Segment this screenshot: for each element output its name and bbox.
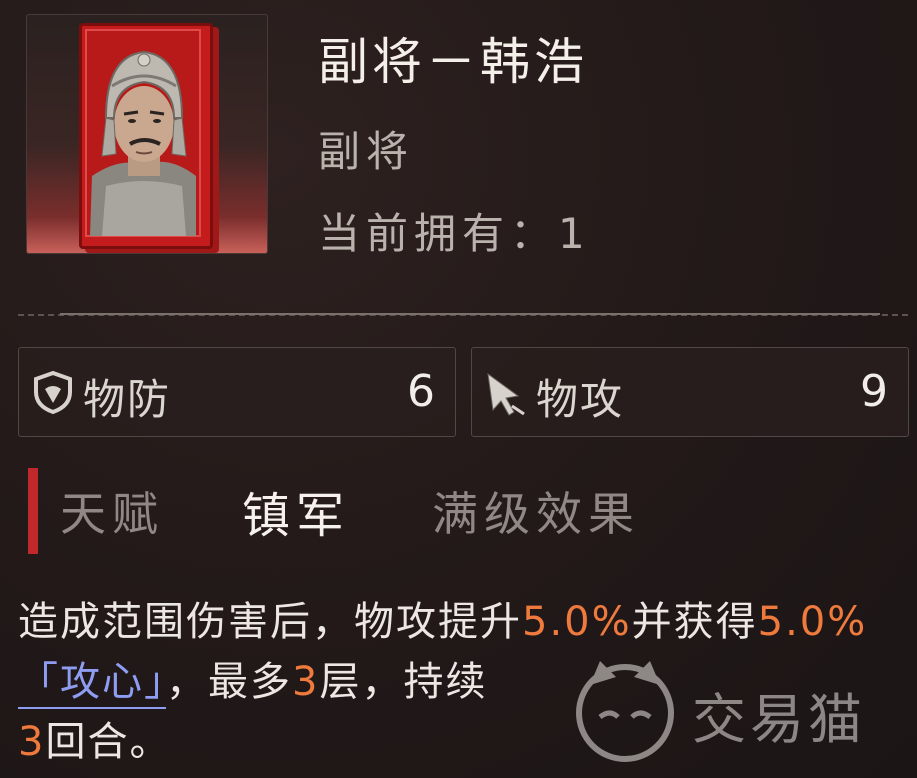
desc-text: 回合。 — [45, 719, 172, 765]
section-divider-line — [60, 313, 880, 315]
talent-name: 镇军 — [242, 488, 351, 544]
cat-logo-icon — [576, 661, 674, 762]
desc-text: 层，持续 — [319, 659, 488, 705]
general-face-image — [85, 29, 201, 237]
talent-accent-bar — [28, 468, 38, 554]
talent-label: 天赋 — [60, 487, 164, 541]
watermark: 交易猫 — [570, 655, 900, 765]
desc-text: 造成范围伤害后，物攻提升 — [18, 599, 522, 645]
stat-label: 物攻 — [536, 375, 625, 424]
desc-highlight-value: 5.0% — [522, 599, 632, 645]
shield-icon — [31, 370, 75, 418]
desc-highlight-value: 3 — [292, 659, 320, 705]
general-rank: 副将 — [318, 127, 415, 176]
stat-value: 9 — [860, 366, 888, 417]
desc-highlight-value: 5.0% — [757, 599, 868, 645]
talent-max-effect-label: 满级效果 — [432, 487, 640, 541]
owned-count-line: 当前拥有：1 — [318, 200, 591, 261]
stat-value: 6 — [407, 366, 435, 417]
stat-physical-attack: 物攻 9 — [471, 347, 909, 437]
sword-cursor-icon — [484, 370, 528, 422]
general-portrait — [26, 14, 268, 254]
owned-label: 当前拥有： — [318, 209, 559, 258]
desc-text: 并获得 — [631, 599, 758, 645]
keyword-link-gongxin[interactable]: 「攻心」 — [18, 659, 166, 709]
watermark-text: 交易猫 — [692, 688, 866, 751]
stat-physical-defense: 物防 6 — [18, 347, 456, 437]
portrait-card — [79, 23, 213, 249]
stat-label: 物防 — [83, 375, 172, 424]
general-name: 副将－韩浩 — [318, 33, 588, 91]
owned-count: 1 — [558, 209, 591, 258]
desc-highlight-value: 3 — [18, 719, 46, 765]
desc-text: ，最多 — [166, 659, 292, 705]
